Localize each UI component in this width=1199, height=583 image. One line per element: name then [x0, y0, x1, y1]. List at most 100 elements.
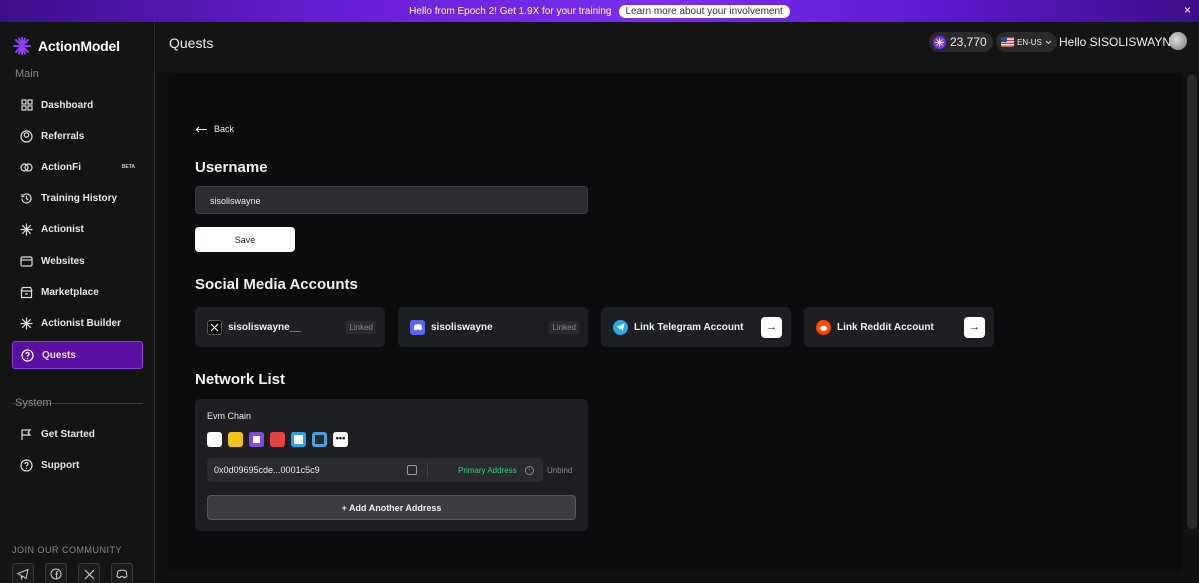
address-divider: [427, 463, 428, 477]
chevron-down-icon: [1045, 40, 1052, 44]
arrow-left-icon: [195, 126, 207, 132]
history-icon: [20, 192, 33, 205]
sidebar-item-label: Quests: [42, 349, 76, 361]
sidebar-item-label: Training History: [41, 192, 118, 204]
back-label: Back: [214, 124, 235, 134]
social-account-label: sisoliswayne: [431, 321, 493, 333]
sidebar-item-websites[interactable]: Websites: [12, 247, 143, 275]
sidebar-item-label: Get Started: [41, 428, 95, 440]
banner-text: Hello from Epoch 2! Get 1.9X for your tr…: [409, 5, 612, 17]
link-telegram-card[interactable]: Link Telegram Account →: [601, 307, 791, 347]
banner-learn-more-link[interactable]: Learn more about your involvement: [618, 4, 790, 18]
social-account-x: sisoliswayne__ Linked: [195, 307, 385, 347]
sidebar-item-actionist-builder[interactable]: Actionist Builder: [12, 309, 143, 337]
sidebar-item-label: Support: [41, 459, 80, 471]
sidebar-item-actionist[interactable]: Actionist: [12, 215, 143, 243]
chain-icons: •••: [207, 432, 348, 447]
sidebar-item-quests[interactable]: Quests: [12, 341, 143, 369]
social-account-label: Link Reddit Account: [837, 321, 934, 333]
system-section-label: System: [15, 397, 52, 409]
bnb-icon: [228, 432, 243, 447]
sidebar-item-label: Websites: [41, 255, 85, 267]
store-icon: [20, 286, 33, 299]
copy-icon[interactable]: [407, 465, 417, 475]
sidebar-item-label: Actionist: [41, 223, 84, 235]
language-selector[interactable]: EN-US: [996, 32, 1057, 52]
ethereum-icon: [207, 432, 222, 447]
scrollbar[interactable]: [1187, 74, 1197, 529]
page-title: Quests: [169, 35, 214, 51]
profile-card: Back Username sisoliswayne Save Social M…: [168, 73, 1183, 571]
username-input[interactable]: sisoliswayne: [195, 186, 588, 214]
telegram-icon[interactable]: [12, 563, 34, 583]
community-label: JOIN OUR COMMUNITY: [12, 545, 122, 555]
sidebar-item-label: ActionFi: [41, 161, 81, 173]
avatar[interactable]: [1169, 32, 1187, 50]
browser-icon: [20, 255, 33, 268]
sidebar-item-training-history[interactable]: Training History: [12, 184, 143, 212]
actionmodel-logo-icon: [13, 37, 31, 55]
sidebar-item-label: Actionist Builder: [41, 317, 122, 329]
points-icon: [933, 35, 946, 49]
main-content: Back Username sisoliswayne Save Social M…: [156, 72, 1199, 583]
more-icon[interactable]: •••: [333, 432, 348, 447]
address-row: 0x0d09695cde...0001c5c9 Primary Address …: [207, 458, 543, 482]
us-flag-icon: [1001, 37, 1014, 47]
telegram-icon: [613, 319, 628, 335]
flag-icon: [20, 428, 33, 441]
actionfi-icon: [20, 161, 33, 174]
close-icon[interactable]: ×: [1184, 3, 1191, 17]
chain-label: Evm Chain: [207, 411, 252, 421]
sparkle-icon: [20, 222, 33, 236]
social-account-discord: sisoliswayne Linked: [398, 307, 588, 347]
primary-address-label: Primary Address: [458, 465, 517, 475]
sidebar-item-actionfi[interactable]: ActionFi BETA: [12, 153, 143, 181]
sidebar: ActionModel Main Dashboard Referrals Act…: [0, 22, 155, 583]
community-links: [12, 563, 133, 583]
grid-icon: [20, 99, 33, 112]
social-account-label: Link Telegram Account: [634, 321, 744, 333]
discord-icon: [410, 319, 425, 335]
link-telegram-button[interactable]: →: [761, 316, 782, 338]
points-value: 23,770: [950, 35, 987, 49]
facebook-icon[interactable]: [45, 563, 67, 583]
info-icon[interactable]: i: [524, 465, 534, 475]
user-greeting: Hello SISOLISWAYNE: [1059, 35, 1180, 49]
sidebar-item-get-started[interactable]: Get Started: [12, 420, 143, 448]
beta-badge: BETA: [121, 164, 135, 170]
unbind-button[interactable]: Unbind: [547, 466, 572, 475]
link-reddit-button[interactable]: →: [964, 316, 985, 338]
sidebar-item-dashboard[interactable]: Dashboard: [12, 91, 143, 119]
social-accounts-heading: Social Media Accounts: [195, 276, 358, 293]
top-bar: Quests 23,770 EN-US Hello SISOLISWAYNE: [156, 22, 1199, 72]
sidebar-item-label: Referrals: [41, 130, 85, 142]
points-balance[interactable]: 23,770: [929, 32, 993, 52]
brand-logo[interactable]: ActionModel: [12, 36, 120, 56]
reddit-icon: [816, 319, 831, 335]
back-button[interactable]: Back: [195, 124, 234, 134]
add-address-button[interactable]: + Add Another Address: [207, 495, 576, 520]
sidebar-item-label: Marketplace: [41, 286, 99, 298]
question-icon: [21, 348, 34, 362]
sidebar-item-referrals[interactable]: Referrals: [12, 122, 143, 150]
sidebar-item-marketplace[interactable]: Marketplace: [12, 278, 143, 306]
linked-status: Linked: [549, 320, 579, 334]
main-section-label: Main: [15, 68, 39, 80]
sidebar-item-support[interactable]: Support: [12, 451, 143, 479]
username-heading: Username: [195, 159, 268, 176]
sidebar-item-label: Dashboard: [41, 99, 94, 111]
brand-name: ActionModel: [38, 38, 120, 54]
network-card: Evm Chain ••• 0x0d09695cde...0001c5c9 Pr…: [195, 399, 588, 531]
avalanche-icon: [270, 432, 285, 447]
link-reddit-card[interactable]: Link Reddit Account →: [804, 307, 994, 347]
x-icon[interactable]: [78, 563, 100, 583]
discord-icon[interactable]: [111, 563, 133, 583]
base-icon: [312, 432, 327, 447]
builder-icon: [20, 316, 33, 330]
help-icon: [20, 458, 33, 472]
network-list-heading: Network List: [195, 371, 286, 388]
save-button[interactable]: Save: [195, 227, 295, 252]
linked-status: Linked: [346, 320, 376, 334]
x-icon: [207, 319, 222, 335]
social-account-label: sisoliswayne__: [228, 321, 301, 333]
